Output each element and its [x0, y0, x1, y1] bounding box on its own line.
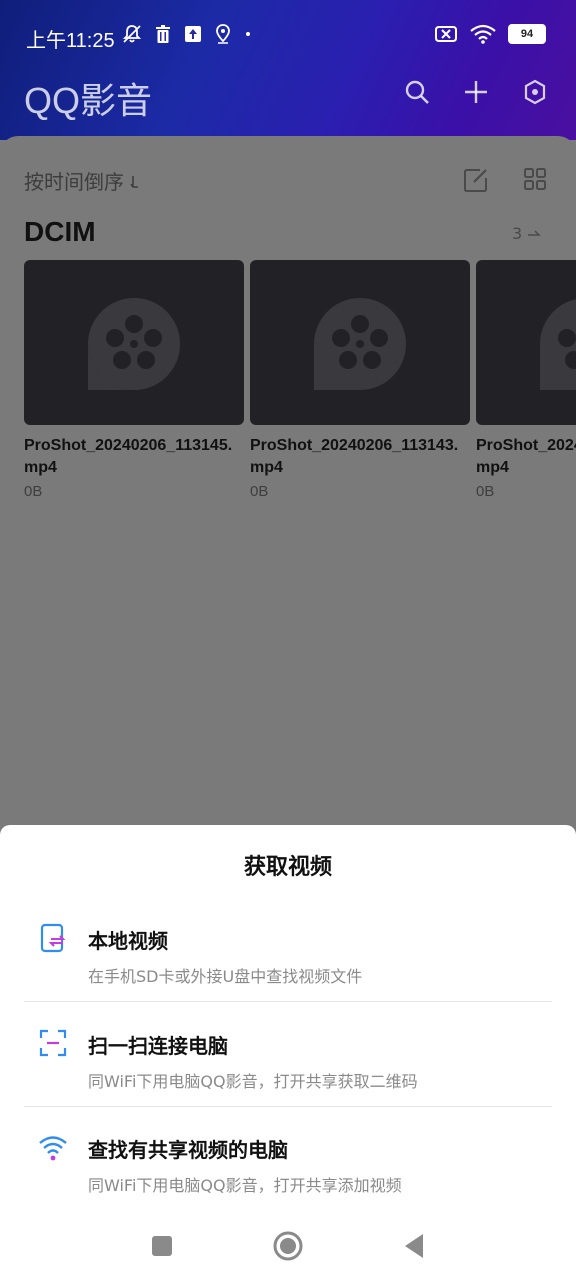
app-bar: QQ影音: [0, 70, 576, 121]
add-button[interactable]: [460, 76, 492, 108]
trash-icon: [156, 25, 170, 43]
film-reel-placeholder-icon: [314, 298, 406, 390]
search-icon: [405, 80, 429, 104]
video-list: ProShot_20240206_113145.mp4 0B ProShot_2…: [24, 260, 576, 520]
edit-icon: [464, 169, 487, 192]
system-nav-bar: [0, 1210, 576, 1280]
video-size: 0B: [476, 483, 495, 500]
location-icon: [216, 24, 230, 44]
grid-icon: [524, 168, 546, 190]
home-circle-icon: [273, 1231, 303, 1261]
folder-title[interactable]: DCIM: [24, 216, 96, 248]
arrow-right-icon: [528, 230, 542, 236]
divider: [24, 1106, 552, 1107]
status-bar: 上午11:25 94: [0, 0, 576, 70]
option-subtitle: 同WiFi下用电脑QQ影音，打开共享获取二维码: [88, 1072, 418, 1091]
app-header: 上午11:25 94 QQ影音: [0, 0, 576, 140]
upload-icon: [185, 26, 201, 42]
home-button[interactable]: [270, 1228, 306, 1264]
option-subtitle: 在手机SD卡或外接U盘中查找视频文件: [88, 967, 363, 986]
wifi-icon: [39, 1136, 67, 1161]
status-system-icons: 94: [434, 24, 546, 44]
wifi-status-icon: [470, 24, 496, 44]
plus-icon: [465, 81, 487, 103]
sort-arrow-icon: [130, 176, 139, 188]
film-reel-placeholder-icon: [540, 299, 576, 390]
square-icon: [152, 1236, 172, 1256]
no-sim-icon: [435, 26, 457, 42]
option-title: 扫一扫连接电脑: [88, 1034, 228, 1058]
settings-button[interactable]: [519, 76, 551, 108]
video-item[interactable]: ProShot_20240206_113145.mp4 0B: [24, 260, 244, 500]
battery-indicator: 94: [508, 24, 546, 44]
folder-count[interactable]: 3: [512, 224, 542, 243]
grid-view-button[interactable]: [522, 166, 550, 194]
video-item[interactable]: ProShot_20240206_113143.mp4 0B: [250, 260, 470, 500]
back-triangle-icon: [405, 1234, 423, 1258]
dot-icon: [246, 32, 250, 36]
video-name: ProShot_20240206_113145.mp4: [24, 437, 233, 476]
option-scan-connect[interactable]: 扫一扫连接电脑 同WiFi下用电脑QQ影音，打开共享获取二维码: [24, 1010, 552, 1114]
search-button[interactable]: [401, 76, 433, 108]
sort-label: 按时间倒序: [24, 170, 124, 194]
settings-hexagon-icon: [524, 79, 546, 105]
bell-off-icon: [122, 25, 142, 43]
folder-count-value: 3: [512, 224, 523, 243]
scan-icon: [39, 1029, 67, 1057]
video-name: ProShot_20240206_113143.mp4: [250, 437, 459, 476]
video-size: 0B: [24, 483, 43, 500]
edit-button[interactable]: [462, 166, 490, 194]
video-library: 按时间倒序 DCIM 3 ProShot_20240206_113145.mp4…: [0, 136, 576, 836]
sort-selector[interactable]: 按时间倒序: [24, 166, 140, 195]
local-video-icon: [40, 923, 66, 953]
option-find-shared-pc[interactable]: 查找有共享视频的电脑 同WiFi下用电脑QQ影音，打开共享添加视频: [24, 1114, 552, 1218]
film-reel-placeholder-icon: [88, 298, 180, 390]
status-time: 上午11:25: [26, 30, 115, 52]
video-thumbnail: [250, 260, 470, 425]
divider: [24, 1001, 552, 1002]
recents-button[interactable]: [144, 1228, 180, 1264]
app-logo: QQ影音: [24, 80, 153, 121]
status-notification-icons: [122, 24, 252, 44]
video-item[interactable]: ProShot_20240206_113140.mp4 0B: [476, 260, 576, 500]
video-thumbnail: [476, 260, 576, 425]
video-size: 0B: [250, 483, 269, 500]
sheet-title: 获取视频: [243, 855, 332, 880]
option-subtitle: 同WiFi下用电脑QQ影音，打开共享添加视频: [88, 1176, 402, 1195]
video-thumbnail: [24, 260, 244, 425]
option-title: 查找有共享视频的电脑: [88, 1138, 288, 1162]
back-button[interactable]: [396, 1228, 432, 1264]
option-title: 本地视频: [88, 929, 168, 953]
video-name: ProShot_20240206_113140.mp4: [476, 437, 576, 476]
option-local-video[interactable]: 本地视频 在手机SD卡或外接U盘中查找视频文件: [24, 905, 552, 1009]
